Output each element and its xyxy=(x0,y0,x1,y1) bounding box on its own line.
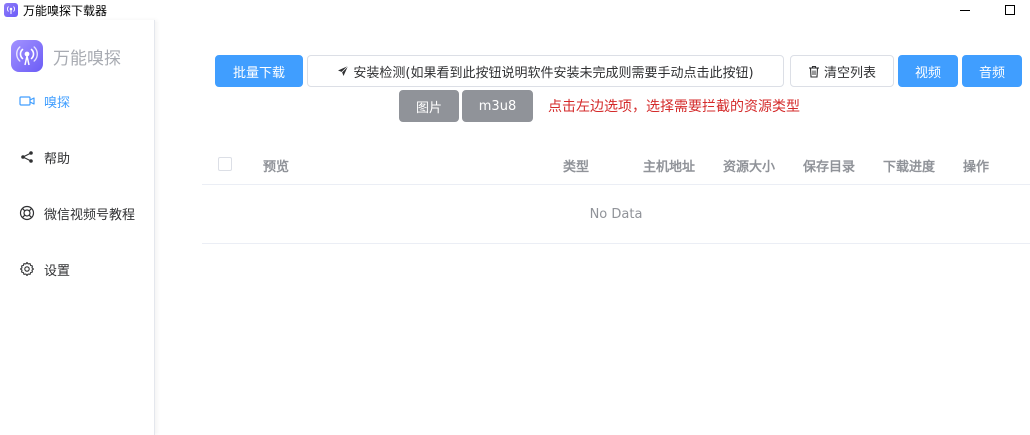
column-header-size: 资源大小 xyxy=(723,160,776,175)
toolbar: 批量下载 安装检测(如果看到此按钮说明软件安装未完成则需要手动点击此按钮) 清空… xyxy=(215,55,1022,87)
trash-icon xyxy=(808,65,820,78)
minimize-icon xyxy=(960,9,970,11)
sidebar-item-label: 微信视频号教程 xyxy=(44,207,136,223)
maximize-button[interactable] xyxy=(995,0,1025,20)
batch-download-label: 批量下载 xyxy=(232,65,285,81)
sidebar-item-wechat-tutorial[interactable]: 微信视频号教程 xyxy=(0,199,155,227)
sidebar-item-sniff[interactable]: 嗅探 xyxy=(0,87,155,115)
image-filter-button[interactable]: 图片 xyxy=(399,90,459,122)
empty-text: No Data xyxy=(589,206,643,222)
install-check-button[interactable]: 安装检测(如果看到此按钮说明软件安装未完成则需要手动点击此按钮) xyxy=(307,55,784,87)
table-empty-row: No Data xyxy=(202,185,1030,244)
table-header: 预览 类型 主机地址 资源大小 保存目录 下载进度 操作 xyxy=(202,144,1030,185)
sidebar-item-settings[interactable]: 设置 xyxy=(0,255,155,283)
clear-list-label: 清空列表 xyxy=(823,65,876,81)
column-header-host: 主机地址 xyxy=(643,160,696,175)
column-header-save-dir: 保存目录 xyxy=(803,160,856,175)
app-icon xyxy=(4,3,18,17)
minimize-button[interactable] xyxy=(950,0,980,20)
select-all-checkbox[interactable] xyxy=(218,157,232,171)
audio-filter-label: 音频 xyxy=(978,65,1005,81)
audio-filter-button[interactable]: 音频 xyxy=(962,55,1022,87)
lifebuoy-icon xyxy=(19,205,35,221)
column-header-actions: 操作 xyxy=(963,160,990,175)
sidebar-logo: 万能嗅探 xyxy=(11,40,121,72)
m3u8-filter-label: m3u8 xyxy=(478,98,517,114)
sidebar: 万能嗅探 嗅探 帮助 微信视频号教程 设置 xyxy=(0,20,155,435)
gear-icon xyxy=(19,261,35,277)
column-header-preview: 预览 xyxy=(263,160,290,175)
video-camera-icon xyxy=(19,93,35,109)
sidebar-item-label: 嗅探 xyxy=(44,95,71,111)
sidebar-item-label: 设置 xyxy=(44,263,71,279)
video-filter-button[interactable]: 视频 xyxy=(898,55,958,87)
logo-text: 万能嗅探 xyxy=(53,48,121,69)
column-header-progress: 下载进度 xyxy=(883,160,936,175)
logo-icon xyxy=(11,40,43,72)
hint-text: 点击左边选项，选择需要拦截的资源类型 xyxy=(548,99,800,115)
batch-download-button[interactable]: 批量下载 xyxy=(215,55,303,87)
video-filter-label: 视频 xyxy=(914,65,941,81)
column-header-type: 类型 xyxy=(563,160,590,175)
toolbar-secondary: 图片 m3u8 xyxy=(399,90,533,122)
install-check-label: 安装检测(如果看到此按钮说明软件安装未完成则需要手动点击此按钮) xyxy=(353,65,754,81)
send-icon xyxy=(337,65,349,77)
maximize-icon xyxy=(1005,5,1015,15)
sidebar-item-label: 帮助 xyxy=(44,151,71,167)
sidebar-item-help[interactable]: 帮助 xyxy=(0,143,155,171)
title-bar: 万能嗅探下载器 xyxy=(0,0,1030,20)
image-filter-label: 图片 xyxy=(415,100,442,116)
m3u8-filter-button[interactable]: m3u8 xyxy=(462,90,533,122)
share-icon xyxy=(19,149,35,165)
clear-list-button[interactable]: 清空列表 xyxy=(790,55,894,87)
window-title: 万能嗅探下载器 xyxy=(23,3,108,18)
